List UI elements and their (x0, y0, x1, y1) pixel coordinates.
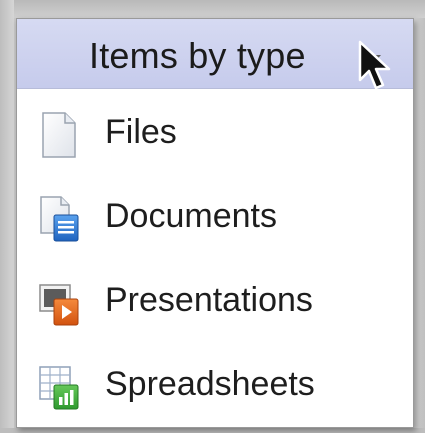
presentation-icon (39, 284, 79, 326)
document-icon (40, 196, 79, 242)
background-gutter-left (0, 0, 14, 433)
mouse-pointer-icon (358, 40, 391, 90)
items-by-type-dropdown-menu: Items by type Files Documents Presentati… (16, 18, 414, 428)
menu-item-presentations[interactable]: Presentations (17, 259, 413, 343)
file-icon (42, 112, 76, 158)
menu-item-files[interactable]: Files (17, 91, 413, 175)
background-strip-top (0, 0, 425, 18)
dropdown-item-list: Files Documents Presentations Spreadshee… (17, 91, 413, 427)
menu-item-spreadsheets[interactable]: Spreadsheets (17, 343, 413, 427)
dropdown-title: Items by type (89, 35, 306, 76)
menu-item-label: Spreadsheets (105, 365, 315, 403)
menu-item-label: Files (105, 113, 177, 151)
background-strip-bottom (0, 428, 425, 433)
menu-item-label: Presentations (105, 281, 313, 319)
spreadsheet-icon (39, 366, 79, 410)
background-gutter-right (414, 18, 425, 433)
menu-item-documents[interactable]: Documents (17, 175, 413, 259)
menu-item-label: Documents (105, 197, 277, 235)
dropdown-header-button[interactable]: Items by type (17, 19, 413, 89)
